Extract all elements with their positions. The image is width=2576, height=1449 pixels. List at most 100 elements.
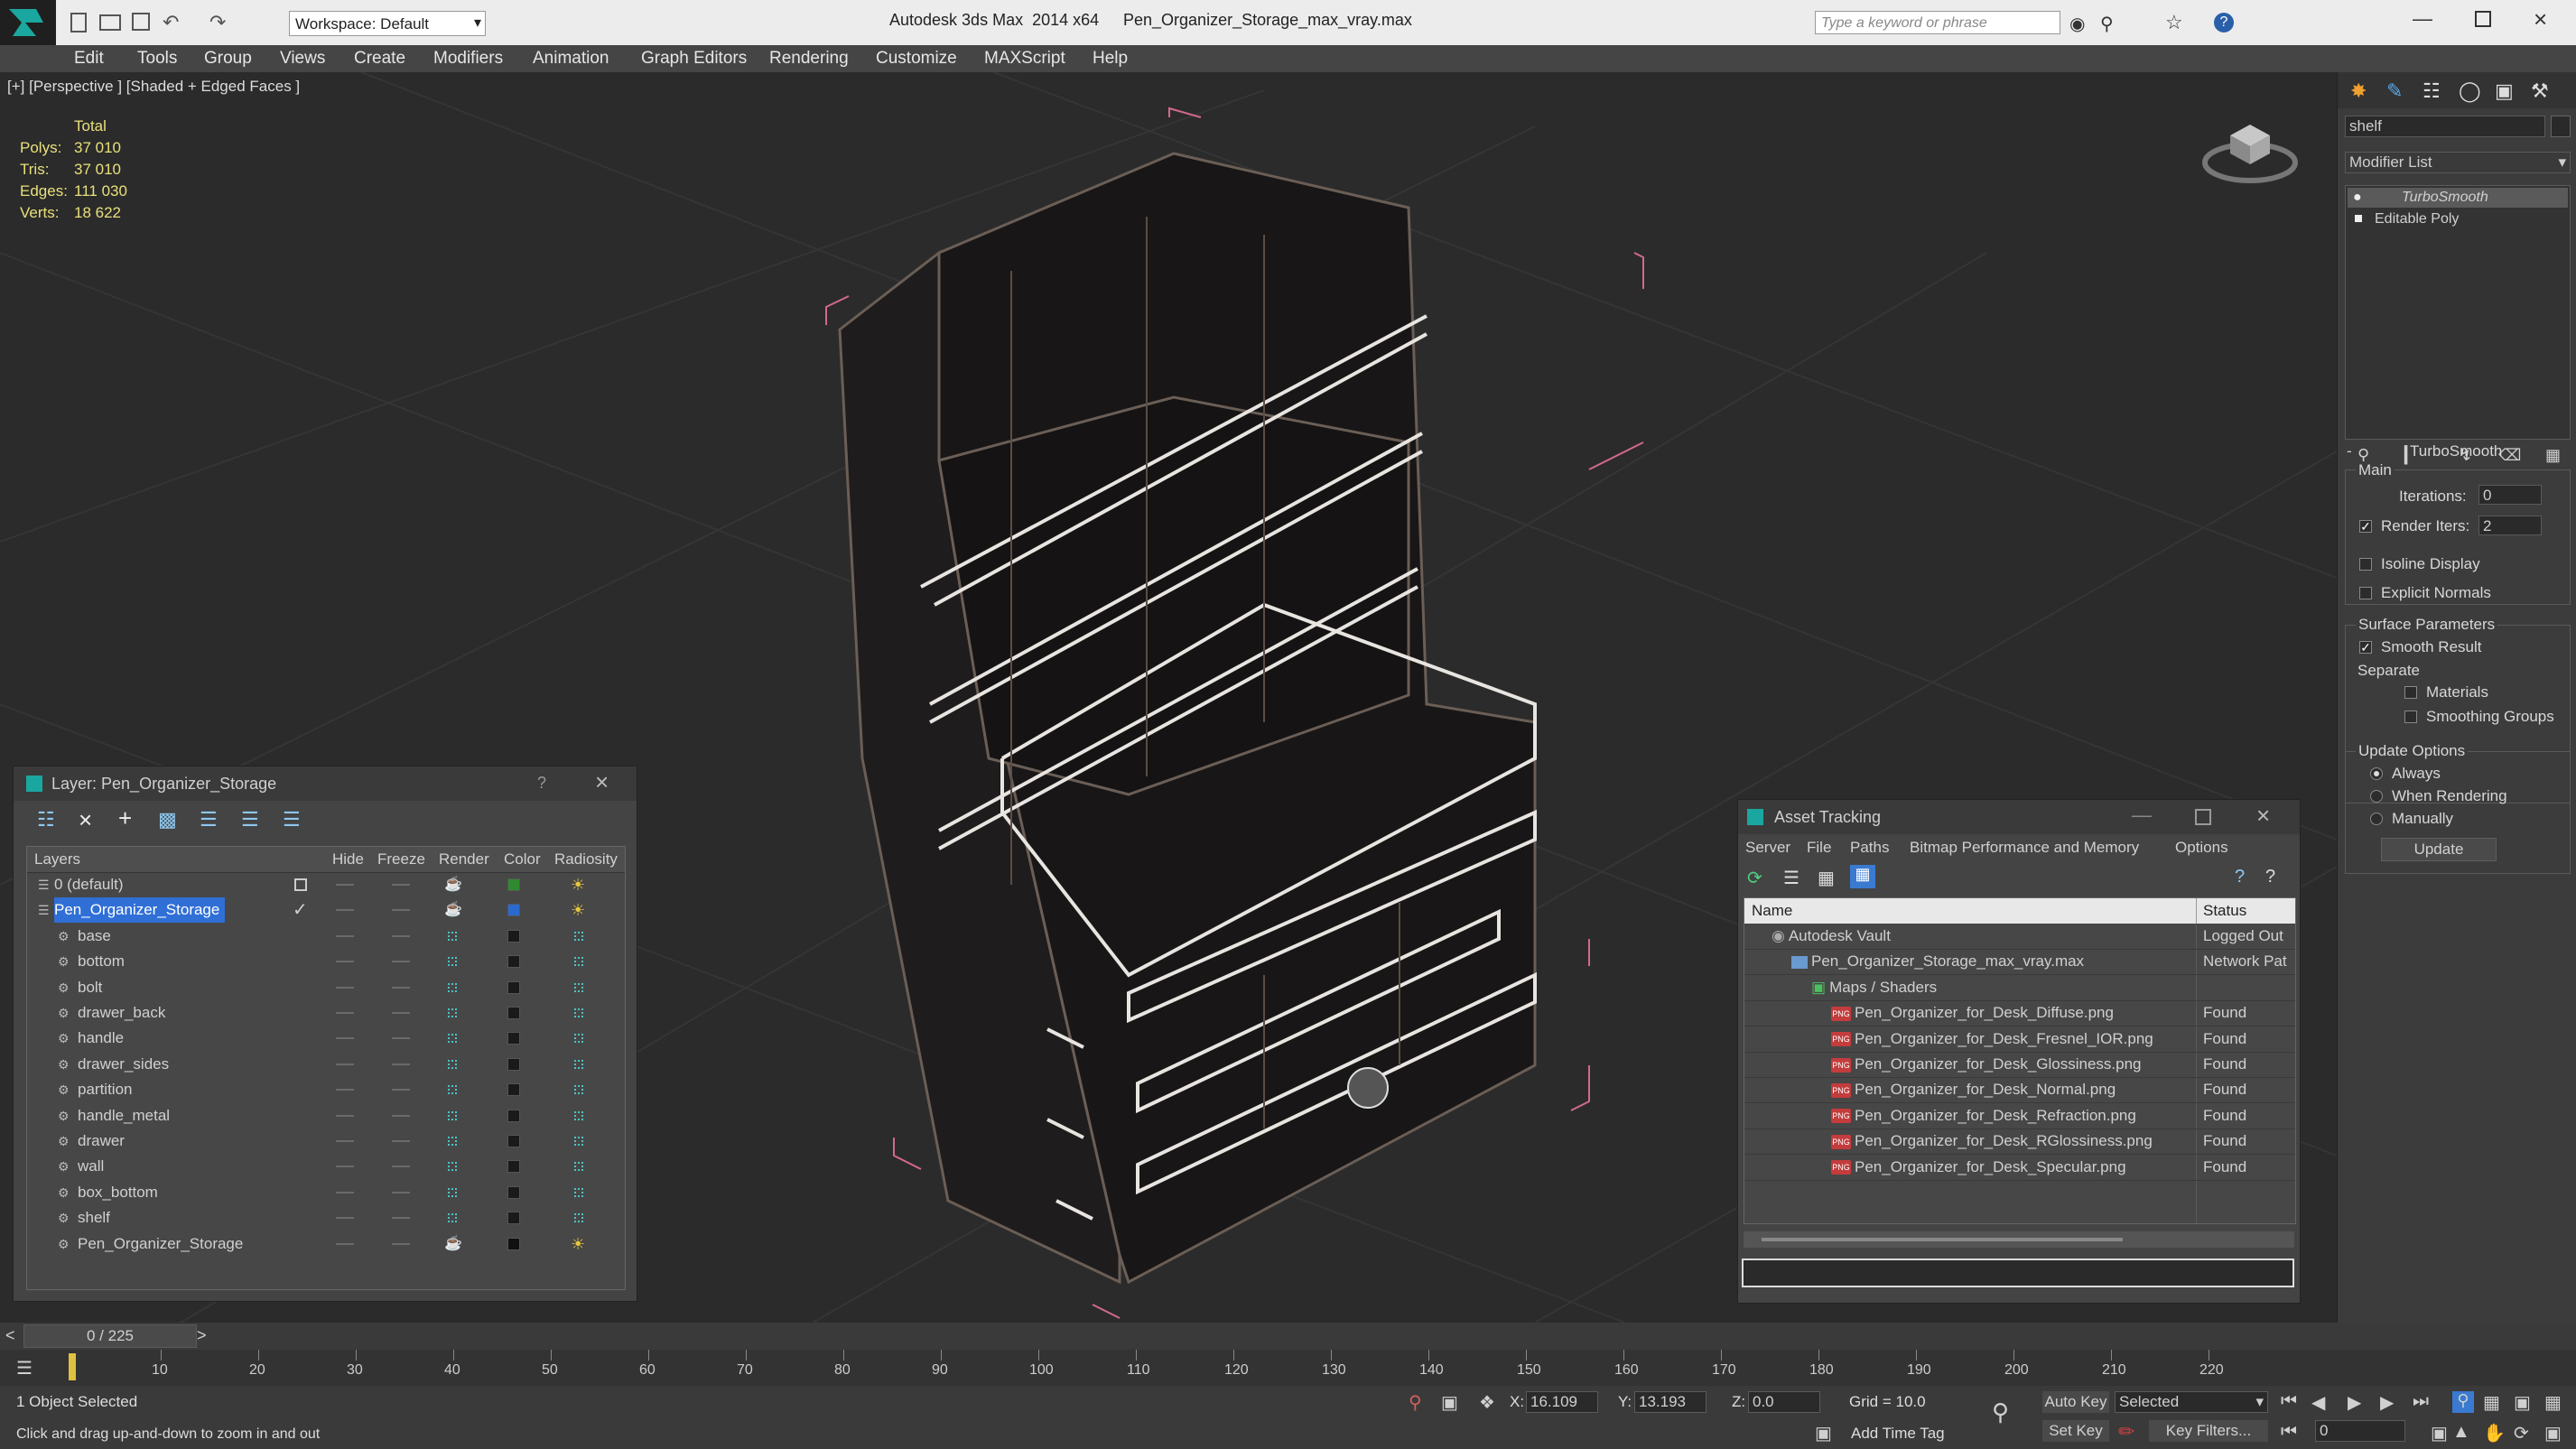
col-radiosity[interactable]: Radiosity [554,847,618,872]
object-color-swatch[interactable] [2551,116,2571,137]
render-teapot-icon[interactable]: ☕ [444,897,462,923]
freeze-all-icon[interactable]: ☰ [283,808,301,831]
radiosity-toggle[interactable] [574,1110,583,1120]
menu-help[interactable]: Help [1093,45,1128,72]
minimize-icon[interactable]: — [2132,803,2152,827]
render-teapot-icon[interactable]: ☕ [444,872,462,897]
layer-window-titlebar[interactable]: Layer: Pen_Organizer_Storage ? × [14,766,637,801]
asset-row[interactable]: PNG Pen_Organizer_for_Desk_Normal.png Fou… [1744,1077,2295,1104]
freeze-toggle[interactable] [392,1140,410,1142]
freeze-toggle[interactable] [392,986,410,989]
hide-toggle[interactable] [336,1191,354,1194]
maximize-viewport-icon[interactable]: ▣ [2544,1422,2562,1444]
go-to-end-icon[interactable]: ⏭ [2413,1391,2429,1412]
asset-menu-paths[interactable]: Paths [1850,834,1889,861]
isolate-selection-icon[interactable]: ⚲ [1409,1391,1422,1414]
menu-customize[interactable]: Customize [876,45,957,72]
layer-name[interactable]: box_bottom [78,1180,163,1205]
freeze-toggle[interactable] [392,934,410,937]
time-tag-icon[interactable]: ▣ [1815,1422,1832,1444]
maximize-button[interactable] [2475,11,2491,27]
asset-menu-bitmap[interactable]: Bitmap Performance and Memory [1910,834,2139,861]
freeze-toggle[interactable] [392,1089,410,1091]
iterations-spinner[interactable]: 0 [2478,485,2542,505]
field-of-view-icon[interactable]: ▲ [2452,1422,2470,1443]
save-file-icon[interactable] [132,13,150,31]
time-slider[interactable]: < 0 / 225 > [0,1323,2576,1350]
asset-row[interactable]: ▣ Maps / Shaders [1744,975,2295,1001]
freeze-toggle[interactable] [392,1166,410,1168]
radiosity-toggle[interactable] [574,1008,583,1017]
close-icon[interactable]: × [2256,802,2270,830]
layer-color-swatch[interactable] [507,878,520,891]
freeze-toggle[interactable] [392,1114,410,1117]
col-color[interactable]: Color [504,847,541,872]
zoom-all-icon[interactable]: ▦ [2483,1391,2500,1414]
maximize-icon[interactable] [2195,809,2211,825]
rollout-collapse-icon[interactable]: - [2347,442,2352,460]
binoculars-icon[interactable]: ◉ [2069,13,2085,35]
stack-item-turbosmooth[interactable]: ● TurboSmooth [2348,188,2568,208]
render-iters-spinner[interactable]: 2 [2478,516,2542,535]
time-prev-arrow[interactable]: < [5,1326,15,1345]
hide-toggle[interactable] [336,961,354,963]
layer-row[interactable]: ⚙ bolt [27,975,623,1000]
time-next-arrow[interactable]: > [197,1326,207,1345]
freeze-toggle[interactable] [392,1242,410,1245]
radiosity-toggle[interactable] [574,1213,583,1223]
layer-name[interactable]: handle_metal [78,1103,175,1129]
menu-graph-editors[interactable]: Graph Editors [641,45,747,72]
z-coordinate[interactable]: 0.0 [1748,1391,1820,1413]
radiosity-toggle[interactable] [574,1034,583,1044]
render-toggle[interactable] [448,957,457,967]
hide-toggle[interactable] [336,1217,354,1220]
render-toggle[interactable] [448,1213,457,1223]
layer-color-swatch[interactable] [507,955,520,969]
workspace-dropdown[interactable]: Workspace: Default ▾ [289,11,486,36]
radiosity-sun-icon[interactable]: ☀ [571,897,585,923]
menu-group[interactable]: Group [204,45,252,72]
render-toggle[interactable] [448,1008,457,1017]
radiosity-toggle[interactable] [574,931,583,941]
layer-color-swatch[interactable] [507,1237,520,1250]
render-toggle[interactable] [448,1137,457,1146]
key-selection-dropdown[interactable]: Selected ▾ [2115,1391,2268,1413]
close-button[interactable]: × [2534,5,2547,33]
radiosity-toggle[interactable] [574,957,583,967]
new-file-icon[interactable] [70,13,87,33]
expand-icon[interactable]: ☰ [38,897,50,923]
grid-view-icon[interactable]: ▦ [1850,865,1875,888]
menu-maxscript[interactable]: MAXScript [984,45,1065,72]
display-tab-icon[interactable]: ▣ [2495,79,2514,103]
layer-row[interactable]: ⚙ handle [27,1026,623,1051]
highlight-layer-icon[interactable]: ☰ [200,808,218,831]
hide-toggle[interactable] [336,1114,354,1117]
hide-toggle[interactable] [336,1242,354,1245]
col-status[interactable]: Status [2203,898,2246,924]
layer-name[interactable]: bottom [78,949,130,974]
zoom-extents-all-icon[interactable]: ▦ [2544,1391,2562,1414]
render-toggle[interactable] [448,1034,457,1044]
hide-toggle[interactable] [336,1140,354,1142]
lightbulb-icon[interactable]: ● [2353,188,2362,208]
hide-toggle[interactable] [336,909,354,912]
current-frame-marker[interactable] [69,1353,76,1380]
expand-icon[interactable]: ☰ [38,872,50,897]
layer-name[interactable]: 0 (default) [54,872,129,897]
render-toggle[interactable] [448,1162,457,1172]
render-iters-checkbox[interactable]: ✓ [2359,520,2372,533]
play-icon[interactable]: ▶ [2348,1391,2361,1414]
col-name[interactable]: Name [1752,898,1792,924]
modify-tab-icon[interactable]: ✎ [2386,79,2403,103]
hide-toggle[interactable] [336,1089,354,1091]
when-rendering-radio[interactable] [2370,790,2383,803]
active-layer-check-icon[interactable]: ✓ [293,897,308,923]
layer-name[interactable]: wall [78,1154,109,1179]
smooth-result-checkbox[interactable]: ✓ [2359,641,2372,654]
radiosity-sun-icon[interactable]: ☀ [571,1231,585,1257]
y-coordinate[interactable]: 13.193 [1634,1391,1706,1413]
help-icon[interactable]: ? [2235,867,2245,887]
layer-color-swatch[interactable] [507,1083,520,1097]
freeze-toggle[interactable] [392,1191,410,1194]
layer-name[interactable]: partition [78,1077,137,1102]
